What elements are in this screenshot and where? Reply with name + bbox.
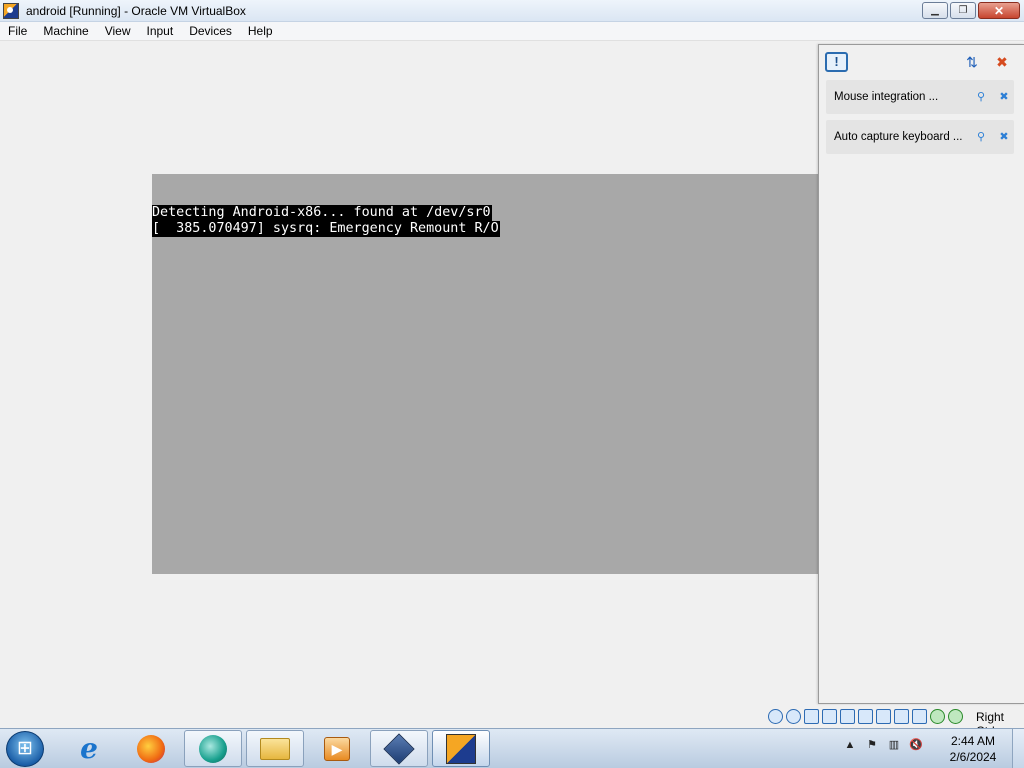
recording-icon[interactable] [894, 709, 909, 724]
display-icon[interactable] [876, 709, 891, 724]
window-title: android [Running] - Oracle VM VirtualBox [26, 3, 246, 18]
minimize-icon: ▁ [931, 5, 939, 16]
usb-icon[interactable] [840, 709, 855, 724]
menu-file[interactable]: File [0, 22, 35, 41]
notification-center: ! ⇅ ✖ Mouse integration ... ⚲ ✖ Auto cap… [818, 44, 1024, 704]
volume-muted-icon[interactable]: 🔇 [908, 737, 924, 753]
menu-devices[interactable]: Devices [181, 22, 240, 41]
title-bar[interactable]: android [Running] - Oracle VM VirtualBox… [0, 0, 1024, 22]
show-desktop-button[interactable] [1012, 729, 1024, 768]
close-icon[interactable]: ✖ [996, 89, 1012, 105]
restore-button[interactable]: ❐ [950, 2, 976, 19]
menu-help[interactable]: Help [240, 22, 281, 41]
media-player-icon[interactable]: ▶ [308, 730, 366, 767]
action-center-flag-icon[interactable]: ⚑ [864, 737, 880, 753]
window-controls: ▁ ❐ ✕ [922, 2, 1020, 19]
clock-time: 2:44 AM [950, 734, 996, 748]
firefox-icon[interactable] [122, 730, 180, 767]
cpu-icon[interactable] [912, 709, 927, 724]
virtualbox-manager-icon[interactable] [370, 730, 428, 767]
show-hidden-icons[interactable]: ▲ [842, 737, 858, 753]
console-line: Detecting Android-x86... found at /dev/s… [152, 205, 492, 221]
mouse-integration-icon[interactable] [930, 709, 945, 724]
app-icon[interactable] [184, 730, 242, 767]
menu-machine[interactable]: Machine [35, 22, 96, 41]
start-button[interactable] [6, 731, 44, 767]
virtualbox-app-icon[interactable] [3, 2, 19, 19]
notification-text: Auto capture keyboard ... [834, 131, 963, 143]
file-explorer-icon[interactable] [246, 730, 304, 767]
hard-disk-icon[interactable] [768, 709, 783, 724]
clock-date: 2/6/2024 [949, 750, 997, 764]
network-icon[interactable]: ▥ [886, 737, 902, 753]
notification-center-toolbar: ! ⇅ ✖ [819, 45, 1024, 79]
notification-center-icon[interactable]: ! [825, 52, 848, 72]
minimize-button[interactable]: ▁ [922, 2, 948, 19]
notification-mouse-integration[interactable]: Mouse integration ... ⚲ ✖ [826, 80, 1014, 114]
taskbar: e ▶ ▲ ⚑ ▥ 🔇 2:44 AM 2/6/2024 [0, 728, 1024, 768]
pin-icon[interactable]: ⚲ [973, 129, 989, 145]
network-icon[interactable] [822, 709, 837, 724]
virtualbox-vm-icon[interactable] [432, 730, 490, 767]
internet-explorer-icon[interactable]: e [60, 730, 118, 767]
host-key-icon[interactable] [948, 709, 963, 724]
vm-screen[interactable]: Detecting Android-x86... found at /dev/s… [152, 174, 872, 574]
menu-view[interactable]: View [97, 22, 139, 41]
audio-icon[interactable] [804, 709, 819, 724]
status-bar-icons [768, 709, 963, 724]
system-tray: ▲ ⚑ ▥ 🔇 [842, 737, 924, 753]
menu-bar: File Machine View Input Devices Help [0, 22, 1024, 41]
optical-drive-icon[interactable] [786, 709, 801, 724]
pin-icon[interactable]: ⚲ [973, 89, 989, 105]
shared-folders-icon[interactable] [858, 709, 873, 724]
notification-auto-capture-keyboard[interactable]: Auto capture keyboard ... ⚲ ✖ [826, 120, 1014, 154]
close-button[interactable]: ✕ [978, 2, 1020, 19]
sort-icon[interactable]: ⇅ [963, 53, 981, 71]
dismiss-all-icon[interactable]: ✖ [993, 53, 1011, 71]
restore-icon: ❐ [958, 5, 968, 16]
status-bar: Right Ctrl [0, 706, 1024, 738]
clock[interactable]: 2:44 AM 2/6/2024 [942, 733, 1004, 765]
close-icon: ✕ [993, 3, 1005, 18]
notification-text: Mouse integration ... [834, 91, 939, 103]
console-line: [ 385.070497] sysrq: Emergency Remount R… [152, 221, 500, 237]
menu-input[interactable]: Input [139, 22, 182, 41]
close-icon[interactable]: ✖ [996, 129, 1012, 145]
